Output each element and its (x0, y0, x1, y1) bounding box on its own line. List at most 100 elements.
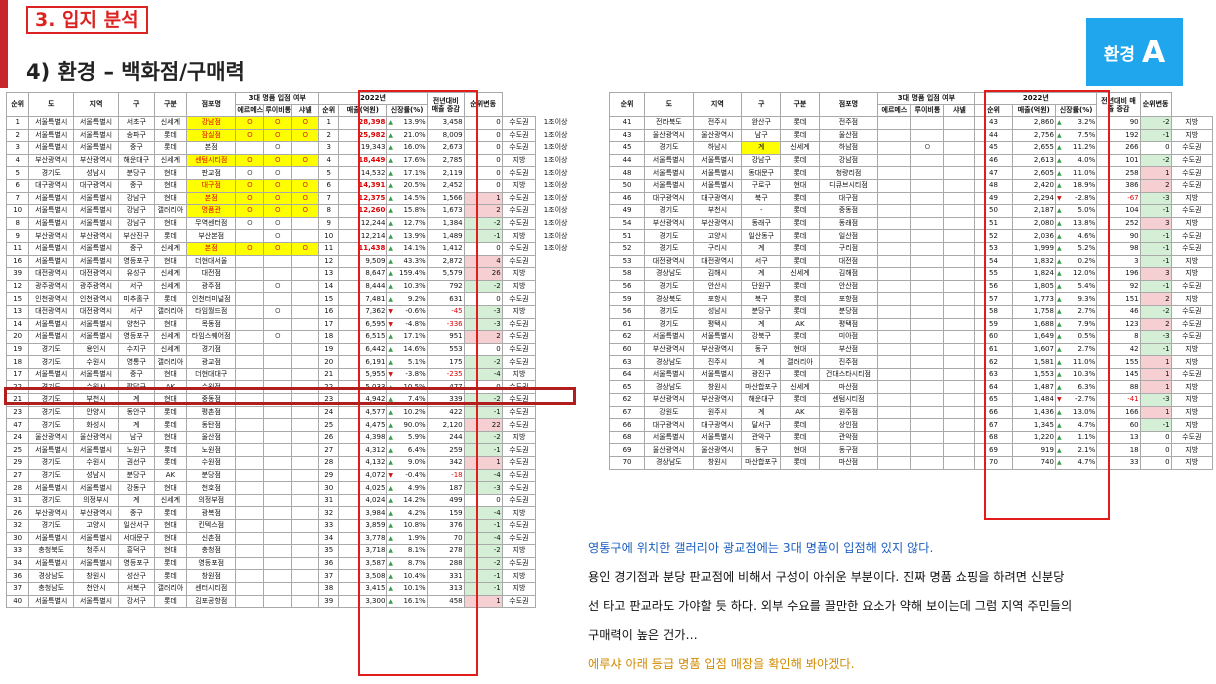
table-cell: -41 (1096, 393, 1141, 407)
table-cell: 3,984 (338, 506, 388, 520)
table-cell (877, 216, 912, 231)
table-cell: 롯데 (780, 279, 820, 294)
table-cell: 88 (1096, 380, 1141, 395)
table-cell: 롯데 (780, 204, 820, 218)
table-cell: 팔달구 (117, 380, 155, 395)
growth-value: 4.6% (1077, 231, 1096, 240)
table-cell (291, 254, 320, 269)
table-cell: 관악구 (741, 430, 782, 445)
table-row: 32 경기도 고양시 일산서구 현대 킨텍스점 33 3,859 ▲ 10.8% 376 -1 수도권 (5, 519, 576, 533)
table-cell (235, 254, 265, 269)
table-cell (877, 279, 912, 294)
table-row: 29 경기도 수원시 권선구 롯데 수원점 28 4,132 ▲ 9.0% 342 1 수도권 (5, 456, 576, 470)
table-cell: 수도권 (501, 418, 537, 432)
table-cell (943, 342, 976, 357)
table-row: 3 서울특별시 서울특별시 중구 롯데 본점 O 3 19,343 ▲ 16.0% 2,673 0 수도권… (5, 141, 576, 155)
up-triangle-icon: ▲ (1056, 308, 1062, 316)
growth-value: 14.2% (403, 496, 426, 505)
growth-cell: ▲ 10.5% (386, 380, 428, 395)
table-cell (910, 178, 945, 193)
growth-cell: ▲ 0.2% (1054, 254, 1098, 269)
table-cell (291, 380, 320, 395)
up-triangle-icon: ▲ (388, 131, 394, 139)
table-cell (263, 481, 293, 495)
table-cell (536, 356, 575, 369)
table-cell: 45 (608, 141, 646, 155)
table-cell: 롯데 (780, 430, 820, 445)
section-accent-bar (0, 0, 8, 88)
growth-cell: ▲ 9.2% (386, 292, 428, 306)
table-row: 1 서울특별시 서울특별시 서초구 신세계 강남점 O O O 1 28,398 ▲ 13.9% 3,45… (5, 116, 576, 130)
table-cell: 평촌점 (186, 405, 237, 420)
table-cell: 서대문구 (117, 531, 155, 546)
growth-cell: ▲ 11.2% (1054, 141, 1098, 155)
table-row: 2 서울특별시 서울특별시 송파구 롯데 잠실점 O O O 2 25,982 ▲ 21.0% 8,009… (5, 128, 576, 143)
table-cell: 1조이상 (543, 206, 568, 215)
table-cell (235, 481, 265, 495)
growth-cell: ▲ 17.1% (386, 166, 428, 180)
up-triangle-icon: ▲ (388, 585, 394, 593)
table-cell: 4,024 (338, 493, 388, 508)
growth-cell: ▲ 9.0% (386, 456, 428, 470)
table-cell (877, 178, 912, 193)
up-triangle-icon: ▲ (1056, 169, 1062, 177)
table-cell: 분당점 (186, 468, 237, 483)
table-cell (910, 317, 945, 332)
growth-value: 13.8% (1073, 219, 1096, 228)
table-cell (910, 254, 945, 269)
table-cell: 21 (318, 367, 340, 382)
table-cell: 수원점 (186, 456, 237, 470)
table-cell: 1조이상 (543, 244, 568, 253)
table-cell: 수도권 (501, 204, 537, 218)
table-cell: 동구 (741, 342, 782, 357)
table-cell: 17 (5, 367, 30, 382)
growth-value: -3.8% (405, 370, 426, 379)
table-cell: 14 (5, 317, 30, 332)
table-cell: 강원도 (644, 405, 694, 420)
table-cell: -2 (463, 279, 503, 294)
table-cell: 39 (5, 267, 30, 281)
table-cell: 4,025 (338, 481, 388, 495)
table-cell: 노원점 (186, 443, 237, 458)
table-cell (943, 292, 976, 306)
table-cell: 경기도 (28, 405, 75, 420)
table-cell: 갤러리아 (153, 355, 188, 369)
table-cell (263, 430, 293, 445)
table-cell: 4,072 (338, 468, 388, 483)
table-cell: 센터시티점 (186, 581, 237, 596)
table-cell: 광주광역시 (73, 279, 119, 294)
page-subtitle: 4) 환경 – 백화점/구매력 (26, 60, 245, 84)
table-cell: 해운대구 (117, 153, 155, 168)
table-cell: 1조이상 (543, 130, 568, 139)
table-cell: 강남점 (186, 116, 237, 130)
table-cell: 강동구 (117, 481, 155, 495)
table-cell: 18 (318, 330, 340, 344)
table-cell: 5,033 (338, 380, 388, 395)
growth-value: 17.1% (403, 332, 426, 341)
analysis-notes: 영통구에 위치한 갤러리아 광교점에는 3대 명품이 입점해 있지 않다. 용인… (588, 534, 1210, 679)
growth-cell: ▲ 12.7% (386, 216, 428, 231)
up-triangle-icon: ▲ (388, 396, 394, 404)
growth-value: 9.3% (1077, 294, 1096, 303)
table-cell: 수도권 (501, 493, 537, 508)
table-cell: 양천구 (117, 317, 155, 332)
table-cell: 서구 (117, 304, 155, 319)
table-cell: 3,458 (426, 116, 465, 130)
table-cell: 62 (608, 330, 646, 344)
table-cell: 경기도 (644, 141, 694, 155)
table-cell (877, 254, 912, 269)
table-row: 65 경상남도 창원시 마산합포구 신세계 마산점 64 1,487 ▲ 6.3% 88 1 지방 (608, 380, 1214, 395)
growth-cell: ▲ 7.9% (1054, 317, 1098, 332)
table-cell: 남구 (117, 430, 155, 445)
table-cell: 수도권 (1170, 141, 1214, 155)
table-cell: 창원점 (186, 569, 237, 583)
table-cell: 롯데 (780, 241, 820, 256)
environment-badge: 환경 A (1086, 18, 1183, 86)
growth-value: 16.1% (403, 596, 426, 605)
table-row: 27 경기도 성남시 분당구 AK 분당점 29 4,072 ▼ -0.4% -18 -4 수도권 (5, 468, 576, 483)
table-cell: O (291, 153, 320, 168)
table-cell: 롯데 (780, 229, 820, 243)
growth-cell: ▲ 9.3% (1054, 292, 1098, 306)
table-cell: 14 (318, 279, 340, 294)
table-cell: 현대 (153, 254, 188, 269)
